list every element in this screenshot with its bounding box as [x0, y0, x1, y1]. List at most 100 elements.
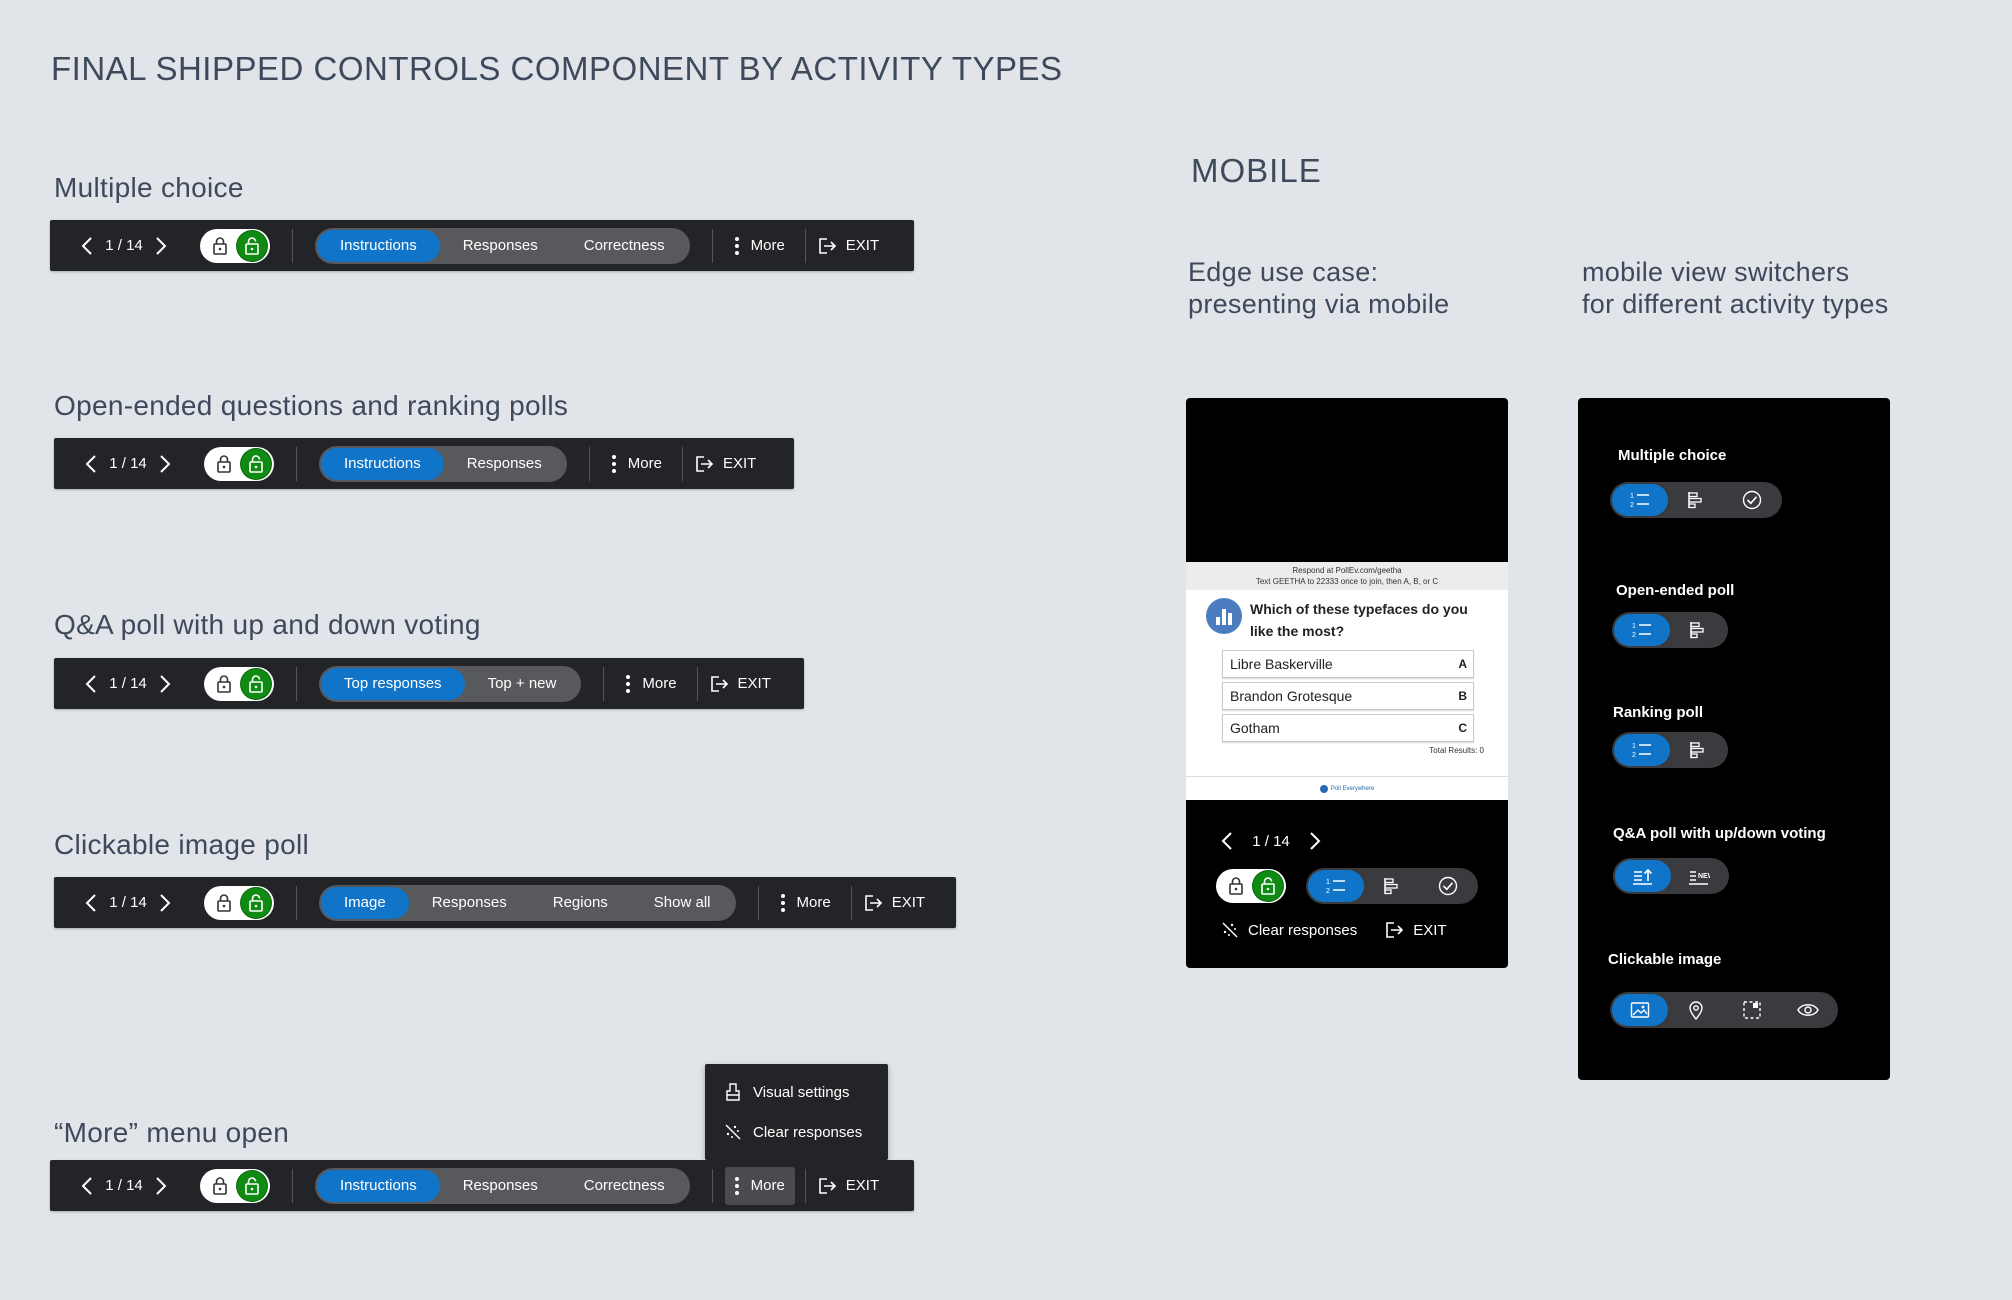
next-slide-icon[interactable] — [146, 231, 176, 261]
tab-instructions[interactable]: Instructions — [321, 447, 444, 480]
lock-icon — [1224, 874, 1248, 898]
view-switcher: Instructions Responses — [319, 445, 567, 482]
tab-show-all[interactable]: Show all — [631, 887, 734, 919]
exit-button[interactable]: EXIT — [818, 1177, 879, 1195]
lock-toggle[interactable] — [204, 446, 274, 481]
lock-icon — [208, 1174, 232, 1198]
divider — [804, 1168, 806, 1203]
tab-responses[interactable]: Responses — [440, 1170, 561, 1202]
unlock-icon — [237, 1170, 267, 1201]
numbered-list-icon[interactable]: 12 — [1308, 870, 1364, 902]
tab-top-responses[interactable]: Top responses — [321, 667, 465, 700]
numbered-list-icon[interactable]: 12 — [1614, 614, 1670, 646]
more-button[interactable]: More — [771, 884, 841, 922]
brush-icon — [726, 1083, 740, 1101]
tab-instructions[interactable]: Instructions — [317, 1169, 440, 1202]
exit-label: EXIT — [891, 894, 926, 911]
exit-button[interactable]: EXIT — [1385, 921, 1447, 939]
toolbar-multiple-choice: 1 / 14 Instructions Responses Correctnes… — [50, 220, 914, 271]
numbered-list-icon[interactable]: 12 — [1614, 734, 1670, 766]
tab-regions[interactable]: Regions — [530, 887, 631, 919]
exit-button[interactable]: EXIT — [695, 455, 756, 473]
region-select-icon[interactable] — [1724, 994, 1780, 1026]
exit-label: EXIT — [845, 1177, 880, 1194]
more-button[interactable]: More — [602, 445, 672, 483]
bar-chart-icon[interactable] — [1364, 870, 1420, 902]
image-icon[interactable] — [1612, 994, 1668, 1026]
more-label: More — [642, 675, 677, 692]
poll-option: Gotham C — [1222, 714, 1474, 742]
svg-text:NEW: NEW — [1698, 873, 1710, 880]
exit-button[interactable]: EXIT — [864, 894, 925, 912]
previous-slide-icon[interactable] — [76, 888, 106, 918]
slide-counter: 1 / 14 — [109, 675, 147, 692]
slide-counter: 1 / 14 — [1252, 832, 1290, 850]
join-instructions: Respond at PollEv.com/geetha Text GEETHA… — [1186, 562, 1508, 590]
next-slide-icon[interactable] — [150, 669, 180, 699]
divider — [292, 1168, 293, 1203]
tab-image[interactable]: Image — [321, 886, 409, 919]
more-dots-icon — [734, 1176, 739, 1195]
unlock-icon — [241, 668, 271, 699]
more-button[interactable]: More — [724, 1166, 795, 1205]
mobile-switchers-panel: Multiple choice 12 Open-ended poll 12 Ra… — [1578, 398, 1890, 1080]
divider — [696, 666, 698, 701]
svg-text:2: 2 — [1632, 752, 1636, 759]
new-responses-icon[interactable]: NEW — [1671, 860, 1727, 892]
next-slide-icon[interactable] — [146, 1171, 176, 1201]
menu-item-clear-responses[interactable]: Clear responses — [705, 1112, 888, 1152]
bar-chart-icon[interactable] — [1670, 614, 1726, 646]
tab-responses[interactable]: Responses — [444, 448, 565, 480]
bar-chart-icon[interactable] — [1670, 734, 1726, 766]
exit-button[interactable]: EXIT — [818, 237, 879, 255]
section-label-more-open: “More” menu open — [54, 1117, 290, 1148]
menu-item-visual-settings[interactable]: Visual settings — [705, 1072, 888, 1112]
tab-instructions[interactable]: Instructions — [317, 229, 440, 262]
mobile-view-switcher: 12 — [1306, 868, 1478, 904]
section-label-qa: Q&A poll with up and down voting — [54, 609, 481, 640]
divider — [757, 885, 759, 920]
lock-toggle[interactable] — [200, 1168, 270, 1203]
tab-responses[interactable]: Responses — [440, 230, 561, 262]
previous-slide-icon[interactable] — [76, 449, 106, 479]
tab-correctness[interactable]: Correctness — [561, 1170, 688, 1202]
tab-responses[interactable]: Responses — [409, 887, 530, 919]
bar-chart-icon[interactable] — [1668, 484, 1724, 516]
location-pin-icon[interactable] — [1668, 994, 1724, 1026]
unlock-icon — [241, 448, 271, 479]
more-label: More — [750, 1177, 785, 1194]
unlock-icon — [237, 230, 267, 261]
top-responses-icon[interactable] — [1615, 860, 1671, 892]
more-label: More — [750, 237, 785, 254]
poll-option: Brandon Grotesque B — [1222, 682, 1474, 710]
tab-correctness[interactable]: Correctness — [561, 230, 688, 262]
switcher-label: Ranking poll — [1613, 704, 1703, 721]
more-button[interactable]: More — [725, 227, 795, 265]
next-slide-icon[interactable] — [150, 449, 180, 479]
check-circle-icon[interactable] — [1420, 870, 1476, 902]
more-button[interactable]: More — [616, 665, 686, 703]
switcher-qa: NEW — [1613, 858, 1729, 894]
numbered-list-icon[interactable]: 12 — [1612, 484, 1668, 516]
switcher-open-ended: 12 — [1612, 612, 1728, 648]
exit-button[interactable]: EXIT — [710, 675, 771, 693]
tab-top-new[interactable]: Top + new — [465, 668, 580, 700]
lock-toggle[interactable] — [204, 885, 274, 920]
previous-slide-icon[interactable] — [72, 1171, 102, 1201]
clear-responses-button[interactable]: Clear responses — [1248, 922, 1357, 939]
previous-slide-icon[interactable] — [72, 231, 102, 261]
lock-toggle[interactable] — [200, 228, 270, 263]
exit-icon — [696, 455, 714, 472]
lock-toggle[interactable] — [1216, 869, 1286, 903]
eye-icon[interactable] — [1780, 994, 1836, 1026]
previous-slide-icon[interactable] — [76, 669, 106, 699]
next-slide-icon[interactable] — [150, 888, 180, 918]
check-circle-icon[interactable] — [1724, 484, 1780, 516]
switchers-heading: mobile view switchers for different acti… — [1582, 257, 1889, 319]
section-label-open-ended: Open-ended questions and ranking polls — [54, 390, 569, 421]
lock-toggle[interactable] — [204, 666, 274, 701]
poll-everywhere-logo: Poll Everywhere — [1186, 776, 1508, 800]
mobile-heading: MOBILE — [1191, 152, 1322, 189]
previous-slide-icon[interactable] — [1212, 826, 1242, 856]
next-slide-icon[interactable] — [1300, 826, 1330, 856]
